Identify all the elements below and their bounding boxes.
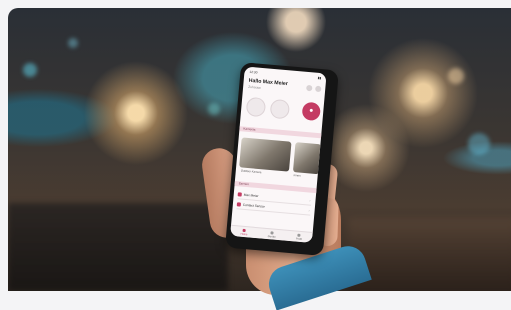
battery-icon: ▮▮ [317,75,322,81]
device-icon [236,202,242,207]
smartphone: 12:30 ▮▮ Hallo Max Meier Zuhause ● Kamer… [225,62,339,256]
chevron-right-icon: › [309,198,311,203]
list-item-label: Contact Sensor [242,202,265,209]
quick-actions: ● [245,96,322,122]
tab-label: Geräte [267,234,276,239]
settings-icon[interactable] [306,84,313,92]
quick-action-button[interactable] [269,98,291,120]
status-time: 12:30 [249,69,258,75]
bottom-tab-bar: Home Geräte Profil [230,224,313,243]
tab-devices[interactable]: Geräte [267,230,277,239]
device-icon [237,192,242,197]
profile-icon [297,233,301,237]
lock-icon[interactable]: ● [301,101,322,122]
camera-label: Outdoor Kamera [240,168,262,175]
camera-label: Innen [293,173,301,178]
camera-tile[interactable] [239,137,292,172]
home-icon [242,228,246,232]
blurred-shelf [8,203,228,291]
phone-screen: 12:30 ▮▮ Hallo Max Meier Zuhause ● Kamer… [230,66,327,243]
tab-profile[interactable]: Profil [295,233,303,241]
chevron-right-icon: › [308,208,310,213]
tab-label: Profil [295,237,303,241]
camera-tile[interactable] [292,142,322,175]
camera-carousel[interactable]: Outdoor Kamera Innen [239,137,322,180]
plus-icon[interactable] [314,85,322,93]
devices-icon [270,230,274,235]
list-item-label: Max Meier [243,192,259,199]
quick-action-button[interactable] [245,96,267,118]
tab-home[interactable]: Home [240,228,248,236]
section-cameras: Kameras [239,126,326,139]
tab-label: Home [240,232,248,236]
blurred-table [348,218,511,291]
